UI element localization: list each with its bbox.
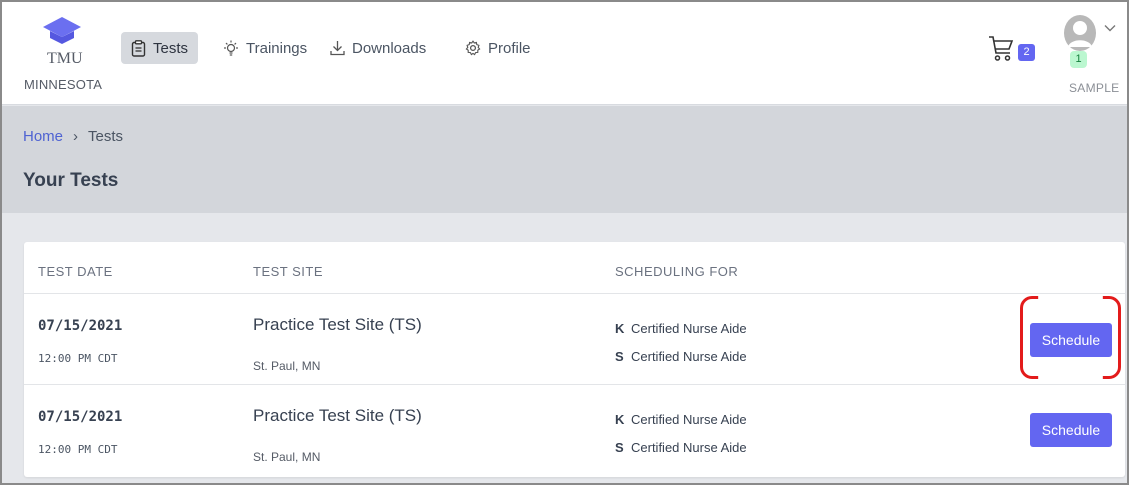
test-site-location: St. Paul, MN (253, 359, 321, 373)
scheduling-entry: K Certified Nurse Aide (615, 321, 747, 336)
lightbulb-icon (224, 40, 238, 56)
scheduling-code: S (615, 349, 624, 364)
brand-short-name: TMU (47, 50, 83, 67)
nav-profile-label: Profile (488, 39, 531, 57)
nav-downloads-label: Downloads (352, 39, 427, 57)
nav-tests-label: Tests (153, 39, 189, 57)
test-date: 07/15/2021 (38, 409, 123, 425)
page-title: Your Tests (23, 170, 119, 191)
column-header-test-date: TEST DATE (38, 264, 113, 279)
schedule-button[interactable]: Schedule (1030, 413, 1112, 447)
scheduling-program: Certified Nurse Aide (631, 349, 747, 364)
schedule-button[interactable]: Schedule (1030, 323, 1112, 357)
scheduling-program: Certified Nurse Aide (631, 321, 747, 336)
test-time: 12:00 PM CDT (38, 443, 118, 456)
scheduling-entry: K Certified Nurse Aide (615, 412, 747, 427)
scheduling-entry: S Certified Nurse Aide (615, 440, 747, 455)
gear-icon (465, 40, 481, 56)
breadcrumb-home-link[interactable]: Home (23, 128, 63, 145)
user-name: SAMPLE (1069, 81, 1120, 95)
avatar-icon[interactable] (1063, 14, 1097, 52)
tests-table-card: TEST DATE TEST SITE SCHEDULING FOR 07/15… (24, 242, 1125, 477)
page-header: Home › Tests Your Tests (2, 106, 1127, 213)
scheduling-code: K (615, 321, 625, 336)
app-window: TMU MINNESOTA Tests Trainings Downloads … (0, 0, 1129, 485)
column-header-scheduling-for: SCHEDULING FOR (615, 264, 739, 279)
nav-tests[interactable]: Tests (121, 32, 199, 64)
cart-icon[interactable] (988, 35, 1014, 63)
top-navigation-bar: TMU MINNESOTA Tests Trainings Downloads … (2, 2, 1127, 105)
brand-logo[interactable]: TMU MINNESOTA (24, 16, 114, 96)
breadcrumb-separator-icon: › (73, 128, 79, 145)
test-date: 07/15/2021 (38, 318, 123, 334)
scheduling-code: S (615, 440, 624, 455)
chevron-down-icon[interactable] (1104, 24, 1116, 32)
breadcrumb: Home › Tests (23, 128, 123, 145)
table-row: 07/15/2021 12:00 PM CDT Practice Test Si… (24, 293, 1125, 385)
nav-profile[interactable]: Profile (455, 32, 541, 64)
notification-badge: 1 (1070, 51, 1087, 68)
nav-downloads[interactable]: Downloads (320, 32, 436, 64)
graduation-cap-icon (43, 17, 81, 44)
table-row: 07/15/2021 12:00 PM CDT Practice Test Si… (24, 384, 1125, 476)
nav-trainings-label: Trainings (246, 39, 308, 57)
test-site-name: Practice Test Site (TS) (253, 315, 422, 334)
brand-state: MINNESOTA (24, 77, 103, 92)
test-site-location: St. Paul, MN (253, 450, 321, 464)
scheduling-code: K (615, 412, 625, 427)
cart-count-badge: 2 (1018, 44, 1035, 61)
test-time: 12:00 PM CDT (38, 352, 118, 365)
column-header-test-site: TEST SITE (253, 264, 323, 279)
nav-trainings[interactable]: Trainings (213, 32, 317, 64)
scheduling-program: Certified Nurse Aide (631, 440, 747, 455)
scheduling-program: Certified Nurse Aide (631, 412, 747, 427)
breadcrumb-current: Tests (88, 128, 124, 145)
test-site-name: Practice Test Site (TS) (253, 406, 422, 425)
clipboard-icon (131, 39, 146, 57)
download-icon (330, 41, 345, 56)
scheduling-entry: S Certified Nurse Aide (615, 349, 747, 364)
